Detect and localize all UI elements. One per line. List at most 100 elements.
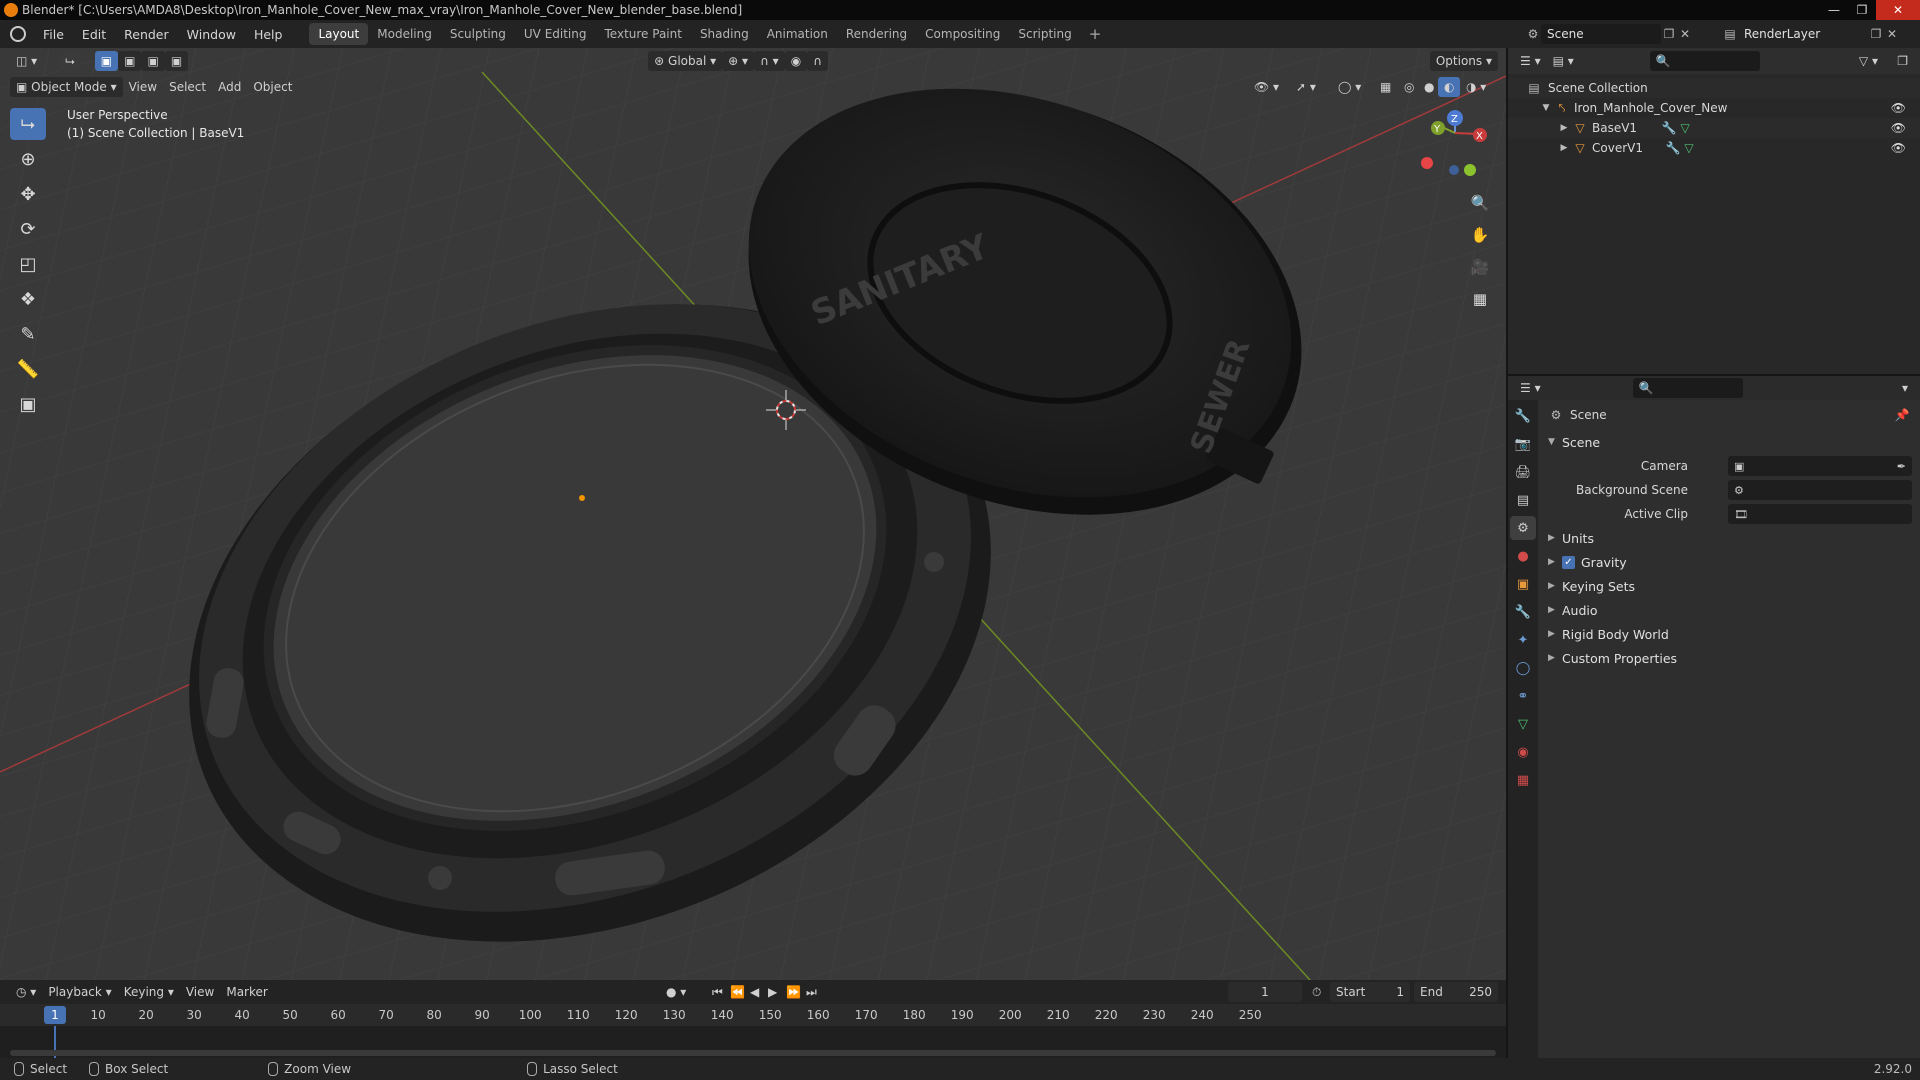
new-scene-icon[interactable]: ❐ bbox=[1661, 26, 1677, 42]
outliner-row-basev1[interactable]: ▶ ▽ BaseV1 🔧 ▽ 👁 bbox=[1508, 118, 1920, 138]
select-mode-subtract-icon[interactable]: ▣ bbox=[141, 51, 165, 71]
select-mode-extend-icon[interactable]: ▣ bbox=[118, 51, 142, 71]
panel-custom-properties-header[interactable]: ▶ Custom Properties bbox=[1538, 646, 1920, 670]
blender-menu-icon[interactable] bbox=[10, 26, 26, 42]
add-workspace-button[interactable]: + bbox=[1081, 25, 1110, 43]
new-renderlayer-icon[interactable]: ❐ bbox=[1868, 26, 1884, 42]
editor-type-button[interactable]: ◫ ▾ bbox=[10, 51, 43, 71]
xray-icon[interactable]: ▦ bbox=[1374, 77, 1397, 97]
tab-shading[interactable]: Shading bbox=[691, 23, 758, 45]
outliner-search-input[interactable]: 🔍 bbox=[1649, 51, 1760, 71]
renderlayer-selector[interactable]: ▤ RenderLayer ❐ ✕ bbox=[1722, 24, 1917, 44]
viewport-menu-object[interactable]: Object bbox=[247, 77, 298, 97]
start-frame-field[interactable]: Start 1 bbox=[1330, 982, 1410, 1002]
tab-texture-paint[interactable]: Texture Paint bbox=[596, 23, 691, 45]
proportional-edit-icon[interactable]: ◉ bbox=[784, 51, 808, 71]
menu-window[interactable]: Window bbox=[178, 27, 245, 42]
timeline-editor-type-icon[interactable]: ◷ ▾ bbox=[10, 982, 42, 1002]
expand-arrow-icon[interactable]: ▶ bbox=[1556, 120, 1572, 136]
menu-file[interactable]: File bbox=[34, 27, 73, 42]
tab-animation[interactable]: Animation bbox=[758, 23, 837, 45]
modifier-tab-icon[interactable]: 🔧 bbox=[1510, 600, 1536, 624]
pivot-point-icon[interactable]: ⊕ ▾ bbox=[722, 51, 755, 71]
zoom-icon[interactable]: 🔍 bbox=[1465, 188, 1495, 218]
tab-layout[interactable]: Layout bbox=[309, 23, 369, 45]
properties-options-icon[interactable]: ▾ bbox=[1896, 378, 1914, 398]
outliner-row-scene-collection[interactable]: ▤ Scene Collection bbox=[1508, 78, 1920, 98]
tab-modeling[interactable]: Modeling bbox=[368, 23, 441, 45]
scale-tool-icon[interactable]: ◰ bbox=[10, 248, 46, 280]
camera-field[interactable]: ▣ ✒ bbox=[1728, 456, 1912, 476]
delete-scene-icon[interactable]: ✕ bbox=[1677, 26, 1693, 42]
background-scene-field[interactable]: ⚙ bbox=[1728, 480, 1912, 500]
panel-scene-header[interactable]: ▼ Scene bbox=[1538, 430, 1920, 454]
annotate-tool-icon[interactable]: ✎ bbox=[10, 318, 46, 350]
panel-gravity-header[interactable]: ▶ ✓ Gravity bbox=[1538, 550, 1920, 574]
select-mode-set-icon[interactable]: ▣ bbox=[94, 51, 119, 71]
overlays-icon[interactable]: ◯ ▾ bbox=[1332, 77, 1367, 97]
timeline-menu-keying[interactable]: Keying ▾ bbox=[118, 982, 180, 1002]
expand-arrow-icon[interactable]: ▼ bbox=[1538, 100, 1554, 116]
tool-tab-icon[interactable]: 🔧 bbox=[1510, 404, 1536, 428]
object-data-tab-icon[interactable]: ▽ bbox=[1510, 712, 1536, 736]
outliner-row-collection[interactable]: ▼ ⤣ Iron_Manhole_Cover_New 👁 bbox=[1508, 98, 1920, 118]
select-box-tool-icon[interactable]: ⮡ bbox=[10, 108, 46, 140]
visibility-icon[interactable]: 👁 ▾ bbox=[1248, 77, 1285, 97]
constraints-tab-icon[interactable]: ⚭ bbox=[1510, 684, 1536, 708]
camera-view-icon[interactable]: 🎥 bbox=[1465, 252, 1495, 282]
minimize-button[interactable]: — bbox=[1820, 0, 1848, 20]
falloff-icon[interactable]: ∩ bbox=[807, 51, 828, 71]
tab-uv-editing[interactable]: UV Editing bbox=[515, 23, 596, 45]
delete-renderlayer-icon[interactable]: ✕ bbox=[1884, 26, 1900, 42]
properties-search-input[interactable]: 🔍 bbox=[1632, 378, 1743, 398]
material-tab-icon[interactable]: ◉ bbox=[1510, 740, 1536, 764]
tab-compositing[interactable]: Compositing bbox=[916, 23, 1009, 45]
tab-rendering[interactable]: Rendering bbox=[837, 23, 916, 45]
new-collection-icon[interactable]: ❐ bbox=[1891, 51, 1914, 71]
cursor-tool-icon[interactable]: ⊕ bbox=[10, 143, 46, 175]
timeline-track-area[interactable] bbox=[0, 1026, 1506, 1058]
menu-render[interactable]: Render bbox=[115, 27, 178, 42]
end-frame-field[interactable]: End 250 bbox=[1414, 982, 1498, 1002]
world-tab-icon[interactable]: ● bbox=[1510, 544, 1536, 568]
expand-arrow-icon[interactable]: ▶ bbox=[1556, 140, 1572, 156]
select-mode-intersect-icon[interactable]: ▣ bbox=[164, 51, 189, 71]
timeline-menu-playback[interactable]: Playback ▾ bbox=[42, 982, 117, 1002]
active-clip-field[interactable]: 🎞 bbox=[1728, 504, 1912, 524]
options-button[interactable]: Options ▾ bbox=[1429, 51, 1498, 71]
mode-dropdown[interactable]: ▣ Object Mode ▾ bbox=[10, 77, 123, 97]
scene-tab-icon[interactable]: ⚙ bbox=[1510, 516, 1536, 540]
select-tool-icon[interactable]: ⮡ bbox=[59, 51, 81, 71]
viewport-menu-add[interactable]: Add bbox=[212, 77, 247, 97]
panel-audio-header[interactable]: ▶ Audio bbox=[1538, 598, 1920, 622]
filter-icon[interactable]: ▽ ▾ bbox=[1853, 51, 1884, 71]
3d-viewport[interactable]: SANITARY SEWER Z Y X ◫ ▾ ⮡ ▣ ▣ ▣ ▣ ⊛ Glo… bbox=[0, 48, 1506, 980]
panel-units-header[interactable]: ▶ Units bbox=[1538, 526, 1920, 550]
eyedropper-icon[interactable]: ✒ bbox=[1897, 460, 1906, 473]
timeline-menu-view[interactable]: View bbox=[180, 982, 220, 1002]
current-frame-field[interactable]: 1 bbox=[1228, 982, 1302, 1002]
timeline-ruler[interactable]: 1 10 20 30 40 50 60 70 80 90 100 110 120 130 140 150 16… bbox=[0, 1004, 1506, 1026]
gizmo-toggle-icon[interactable]: ➚ ▾ bbox=[1290, 77, 1322, 97]
display-mode-icon[interactable]: ▤ ▾ bbox=[1547, 51, 1580, 71]
timeline-menu-marker[interactable]: Marker bbox=[220, 982, 273, 1002]
transform-orientation-dropdown[interactable]: ⊛ Global ▾ bbox=[648, 51, 723, 71]
outliner-row-coverv1[interactable]: ▶ ▽ CoverV1 🔧 ▽ 👁 bbox=[1508, 138, 1920, 158]
pan-hand-icon[interactable]: ✋ bbox=[1465, 220, 1495, 250]
tab-sculpting[interactable]: Sculpting bbox=[441, 23, 515, 45]
record-icon[interactable]: ● ▾ bbox=[660, 982, 692, 1002]
visibility-eye-icon[interactable]: 👁 bbox=[1891, 121, 1906, 135]
rotate-tool-icon[interactable]: ⟳ bbox=[10, 213, 46, 245]
pin-icon[interactable]: 📌 bbox=[1894, 407, 1910, 423]
timeline-scrollbar[interactable] bbox=[10, 1050, 1496, 1056]
texture-tab-icon[interactable]: ▦ bbox=[1510, 768, 1536, 792]
object-tab-icon[interactable]: ▣ bbox=[1510, 572, 1536, 596]
output-tab-icon[interactable]: 🖨 bbox=[1510, 460, 1536, 484]
move-tool-icon[interactable]: ✥ bbox=[10, 178, 46, 210]
measure-tool-icon[interactable]: 📏 bbox=[10, 353, 46, 385]
physics-tab-icon[interactable]: ◯ bbox=[1510, 656, 1536, 680]
jump-end-icon[interactable]: ⏭ bbox=[800, 982, 823, 1002]
perspective-toggle-icon[interactable]: ▦ bbox=[1465, 284, 1495, 314]
render-tab-icon[interactable]: 📷 bbox=[1510, 432, 1536, 456]
renderlayer-name-field[interactable]: RenderLayer bbox=[1738, 24, 1868, 44]
